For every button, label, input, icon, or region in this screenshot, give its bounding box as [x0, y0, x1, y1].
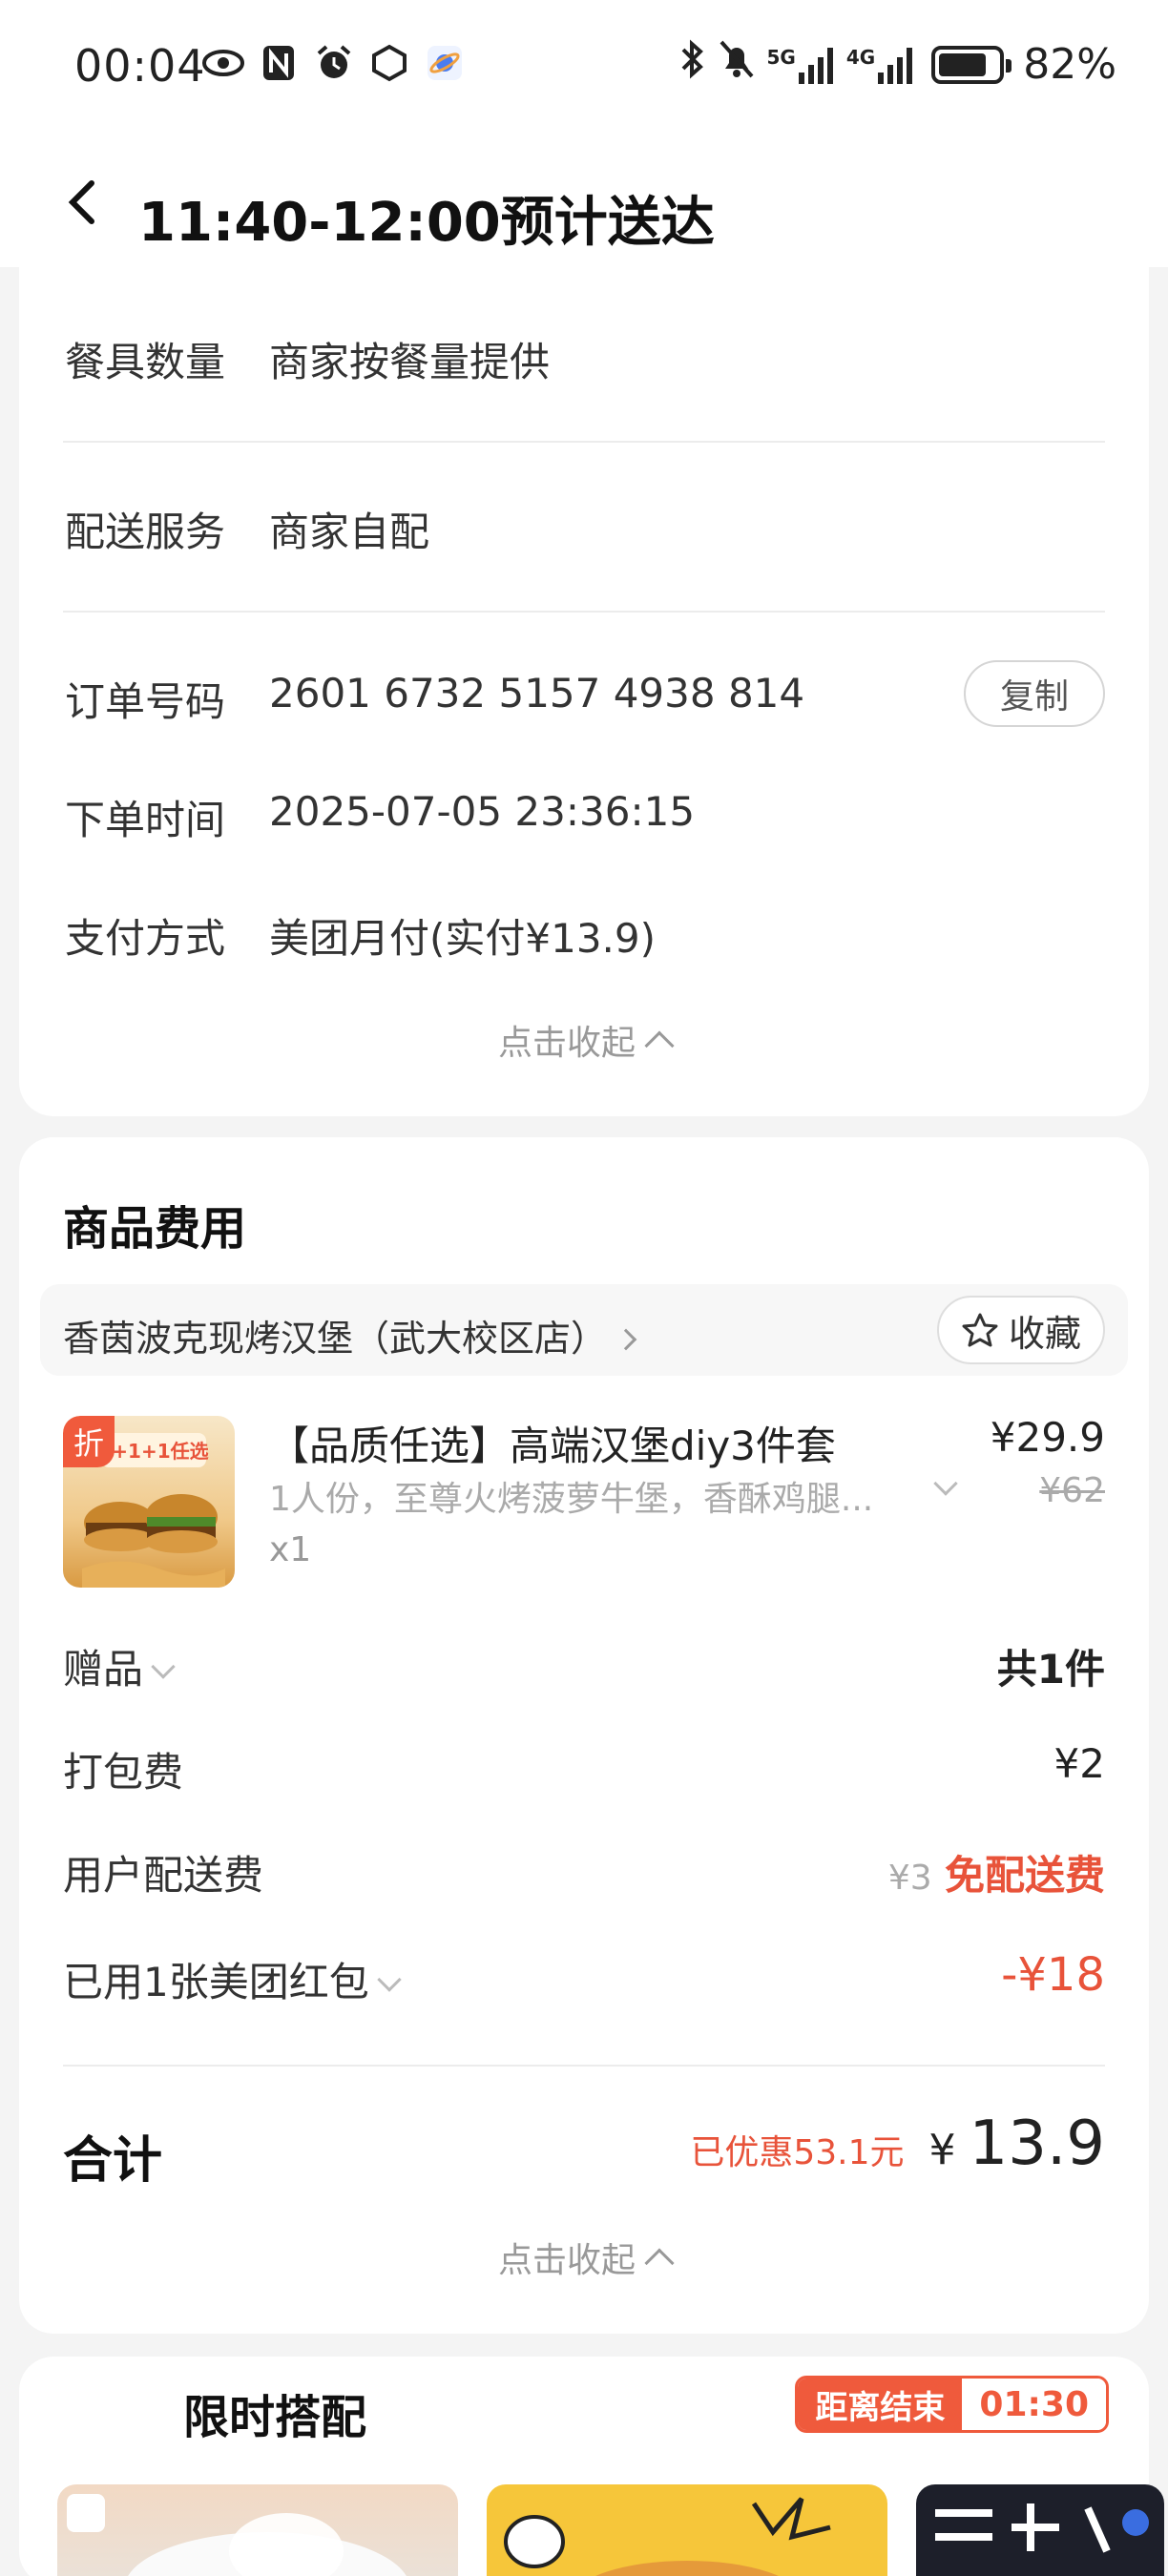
bluetooth-icon: [678, 38, 706, 91]
countdown-timer: 01:30: [962, 2379, 1106, 2430]
chevron-down-icon: [151, 1653, 176, 1679]
delivery-fee-text: 用户配送费: [63, 1852, 264, 1899]
product-description: 1人份，至尊火烤菠萝牛堡，香酥鸡腿...: [269, 1480, 874, 1519]
page-header: 11:40-12:00预计送达: [0, 134, 1168, 267]
combo-item-image[interactable]: [916, 2484, 1164, 2576]
status-icons-left: [202, 42, 466, 84]
coupon-value: -¥18: [1001, 1948, 1105, 2002]
delivery-service-value: 商家自配: [269, 509, 430, 555]
product-name[interactable]: 【品质任选】高端汉堡diy3件套: [269, 1414, 836, 1472]
order-time-label: 下单时间: [65, 797, 226, 843]
payment-method-value: 美团月付(实付¥13.9): [269, 915, 657, 962]
chevron-down-icon: [377, 1966, 402, 1992]
status-icons-right: 5G 4G 82%: [678, 38, 1116, 91]
copy-order-number-button[interactable]: 复制: [964, 660, 1105, 727]
order-time-value: 2025-07-05 23:36:15: [269, 788, 696, 835]
countdown-label: 距离结束: [798, 2379, 963, 2430]
delivery-fee-value: ¥3 免配送费: [888, 1843, 1105, 1901]
order-info-card: 餐具数量 商家按餐量提供 配送服务 商家自配 订单号码 2601 6732 51…: [19, 267, 1149, 1116]
product-image[interactable]: 1+1+1任选 折: [63, 1416, 235, 1588]
alarm-icon: [313, 42, 355, 84]
order-number-label: 订单号码: [65, 678, 226, 725]
drink-image: [67, 2494, 407, 2576]
eye-icon: [202, 42, 244, 84]
divider: [63, 441, 1105, 443]
collapse-label: 点击收起: [497, 2241, 636, 2280]
4g-label: 4G: [845, 45, 876, 69]
mute-bell-icon: [718, 38, 756, 91]
gift-count: 共1件: [996, 1646, 1105, 1693]
favorite-label: 收藏: [1008, 1312, 1081, 1355]
hexagon-icon: [368, 42, 410, 84]
favorite-button[interactable]: 收藏: [937, 1296, 1105, 1364]
total-label: 合计: [63, 2132, 163, 2190]
store-name[interactable]: 香茵波克现烤汉堡（武大校区店）: [63, 1309, 637, 1361]
packing-fee-label: 打包费: [63, 1740, 183, 1798]
store-bar[interactable]: 香茵波克现烤汉堡（武大校区店） 收藏: [40, 1284, 1128, 1376]
combo-card: 限时搭配 距离结束 01:30: [19, 2357, 1164, 2576]
combo-item-image[interactable]: [57, 2484, 458, 2576]
5g-label: 5G: [766, 45, 796, 69]
product-price: ¥29.9: [990, 1414, 1105, 1461]
total-amount: 13.9: [969, 2109, 1106, 2179]
combo-item-image[interactable]: [487, 2484, 887, 2576]
delivery-service-label: 配送服务: [65, 509, 226, 555]
delivery-fee-original: ¥3: [887, 1859, 932, 1898]
battery-icon: [931, 45, 1012, 84]
coupon-label: 已用1张美团红包: [63, 1959, 369, 2005]
collapse-goods-button[interactable]: 点击收起: [19, 2233, 1149, 2282]
chevron-down-icon: [933, 1471, 958, 1496]
planet-icon: [424, 42, 466, 84]
chevron-up-icon: [644, 1030, 675, 1061]
image-text: 1+1+1任选: [98, 1440, 208, 1463]
divider: [63, 611, 1105, 613]
order-number-value: 2601 6732 5157 4938 814: [269, 670, 805, 717]
packing-fee-text: 打包费: [63, 1749, 184, 1796]
chevron-right-icon: [615, 1328, 637, 1351]
combo-title: 限时搭配: [183, 2391, 367, 2444]
page-title: 11:40-12:00预计送达: [138, 192, 715, 254]
store-name-text: 香茵波克现烤汉堡（武大校区店）: [63, 1318, 608, 1360]
battery-percent: 82%: [1023, 40, 1116, 89]
discount-badge: 折: [63, 1416, 115, 1467]
nfc-icon: [258, 42, 300, 84]
collapse-label: 点击收起: [497, 1024, 636, 1063]
saved-amount: 已优惠53.1元: [690, 2133, 905, 2172]
4g-signal-icon: 4G: [846, 46, 914, 84]
back-button[interactable]: [55, 174, 113, 231]
star-icon: [962, 1313, 998, 1347]
goods-fee-card: 商品费用 香茵波克现烤汉堡（武大校区店） 收藏 1+1+1任选 折 【品质任选】…: [19, 1137, 1149, 2334]
packing-fee-value: ¥2: [1053, 1740, 1105, 1787]
5g-signal-icon: 5G: [767, 46, 835, 84]
chevron-left-icon: [68, 180, 94, 224]
status-bar: 00:04 5G 4G 82%: [0, 0, 1168, 134]
snack-image: [504, 2497, 831, 2576]
expand-description-button[interactable]: [933, 1471, 958, 1496]
chevron-up-icon: [644, 2248, 675, 2278]
status-time: 00:04: [74, 40, 206, 92]
total-currency: ¥: [928, 2126, 956, 2174]
product-quantity: x1: [269, 1530, 312, 1569]
coupon-toggle[interactable]: 已用1张美团红包: [63, 1950, 402, 2008]
divider: [63, 2065, 1105, 2067]
restaurant-image: [935, 2503, 1149, 2553]
payment-method-label: 支付方式: [65, 915, 226, 962]
gift-toggle[interactable]: 赠品: [63, 1637, 176, 1695]
product-original-price: ¥62: [1039, 1471, 1105, 1510]
tableware-label: 餐具数量: [65, 339, 226, 385]
collapse-order-info-button[interactable]: 点击收起: [19, 1015, 1149, 1065]
tableware-value: 商家按餐量提供: [269, 339, 551, 385]
free-delivery-label: 免配送费: [944, 1852, 1105, 1899]
delivery-fee-label: 用户配送费: [63, 1843, 263, 1901]
gift-label: 赠品: [63, 1646, 144, 1693]
section-title: 商品费用: [63, 1202, 247, 1256]
countdown-badge: 距离结束 01:30: [795, 2376, 1109, 2433]
total-value: 已优惠53.1元 ¥ 13.9: [690, 2109, 1105, 2179]
